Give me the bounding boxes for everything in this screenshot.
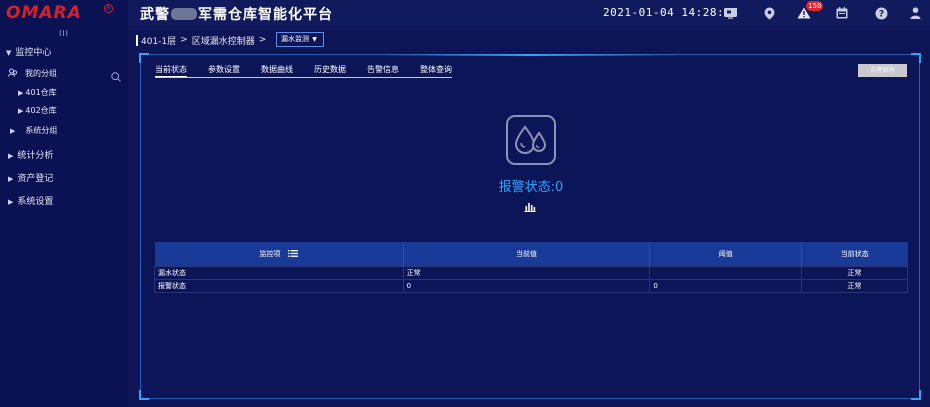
tab-parameter-settings[interactable]: 参数设置 — [208, 64, 240, 77]
alarm-status-label: 报警状态:0 — [498, 180, 564, 195]
column-header-current-status: 当前状态 — [801, 242, 908, 266]
cell-monitor-item: 报警状态 — [154, 278, 404, 293]
logo-area: OMARA R — [0, 0, 128, 26]
sidebar-item-label: 我的分组 — [25, 69, 57, 78]
monitor-icon[interactable] — [722, 5, 738, 21]
registered-mark: R — [104, 4, 113, 13]
sidebar-item-my-group[interactable]: 我的分组 — [8, 68, 57, 79]
svg-text:?: ? — [878, 9, 883, 19]
sidebar-collapse-handle[interactable]: III — [0, 29, 128, 41]
sidebar-item-system-group[interactable]: ▶ 系统分组 — [10, 125, 57, 136]
tab-data-curve[interactable]: 数据曲线 — [261, 64, 293, 77]
redacted-blur — [171, 8, 197, 20]
tab-overall-query[interactable]: 整体查询 — [420, 64, 452, 77]
tab-bar: 当前状态 参数设置 数据曲线 历史数据 告警信息 整体查询 — [155, 64, 452, 78]
table-row: 报警状态 0 0 正常 — [154, 278, 908, 293]
sidebar-item-label: 402仓库 — [25, 106, 57, 115]
sidebar-item-label: 401仓库 — [25, 88, 57, 97]
group-icon — [8, 68, 18, 79]
breadcrumb-controller[interactable]: 区域漏水控制器 — [192, 34, 255, 47]
column-header-label: 监控项 — [259, 249, 281, 258]
alarm-release-button[interactable]: 告警解除 — [858, 64, 907, 77]
sidebar-item-assets[interactable]: ▶ 资产登记 — [8, 171, 53, 184]
cell-current-status: 正常 — [801, 278, 908, 293]
brand-logo: OMARA — [6, 3, 82, 23]
current-datetime: 2021-01-04 14:28:57 — [603, 6, 739, 19]
device-type-selected: 漏水监测 — [281, 35, 309, 43]
chevron-down-icon: ▼ — [312, 36, 317, 43]
sidebar: III ▼ 监控中心 我的分组 ▶ 401仓库 ▶ 402仓库 ▶ 系统分组 ▶ 统计分析… — [0, 26, 128, 407]
breadcrumb-separator: > — [258, 35, 267, 45]
caret-right-icon: ▶ — [8, 152, 14, 160]
column-header-monitor-item: 监控项 — [154, 242, 404, 266]
caret-right-icon: ▶ — [8, 198, 14, 206]
cell-current-value: 正常 — [402, 265, 651, 280]
caret-right-icon: ▶ — [18, 89, 24, 97]
tab-history-data[interactable]: 历史数据 — [314, 64, 346, 77]
cell-threshold — [649, 265, 803, 280]
table-header-row: 监控项 当前值 阈值 当前状态 — [154, 242, 908, 266]
caret-right-icon: ▶ — [18, 107, 24, 115]
panel-top-glow — [381, 54, 681, 56]
table-row: 漏水状态 正常 正常 — [154, 265, 908, 280]
user-icon[interactable] — [907, 5, 923, 21]
device-type-select[interactable]: 漏水监测 ▼ — [276, 32, 324, 47]
sidebar-item-label: 系统分组 — [25, 126, 58, 135]
panel-corner — [139, 390, 149, 400]
main-panel: 当前状态 参数设置 数据曲线 历史数据 告警信息 整体查询 告警解除 报警状态:… — [139, 53, 921, 400]
title-prefix: 武警 — [140, 7, 170, 23]
sidebar-item-stats[interactable]: ▶ 统计分析 — [8, 148, 53, 161]
tab-current-status[interactable]: 当前状态 — [155, 64, 187, 77]
sidebar-item-settings[interactable]: ▶ 系统设置 — [8, 194, 53, 207]
column-header-threshold: 阈值 — [649, 242, 803, 266]
caret-down-icon: ▼ — [6, 49, 12, 57]
list-icon[interactable] — [287, 249, 298, 259]
sidebar-item-warehouse-402[interactable]: ▶ 402仓库 — [18, 105, 57, 116]
cell-current-status: 正常 — [801, 265, 908, 280]
cell-monitor-item: 漏水状态 — [154, 265, 404, 280]
tab-alarm-info[interactable]: 告警信息 — [367, 64, 399, 77]
title-suffix: 军需仓库智能化平台 — [198, 7, 333, 23]
cell-current-value: 0 — [402, 278, 651, 293]
platform-title: 武警 军需仓库智能化平台 — [140, 4, 333, 24]
sidebar-item-warehouse-401[interactable]: ▶ 401仓库 — [18, 87, 57, 98]
breadcrumb-marker — [136, 34, 138, 46]
alarm-count-badge: 158 — [806, 1, 824, 11]
caret-right-icon: ▶ — [10, 127, 16, 135]
column-header-current-value: 当前值 — [403, 242, 651, 266]
search-icon[interactable] — [111, 67, 121, 86]
caret-right-icon: ▶ — [8, 175, 14, 183]
monitor-table: 监控项 当前值 阈值 当前状态 漏水状态 正常 正常 报警状态 0 0 正常 — [154, 242, 908, 293]
breadcrumb-floor[interactable]: 401-1层 — [141, 34, 176, 47]
panel-corner — [911, 53, 921, 63]
location-pin-icon[interactable] — [761, 5, 777, 21]
sidebar-item-monitor-center[interactable]: ▼ 监控中心 — [6, 45, 51, 58]
panel-corner — [139, 53, 149, 63]
help-icon[interactable]: ? — [873, 5, 889, 21]
sidebar-item-label: 监控中心 — [15, 48, 52, 58]
top-header: OMARA R 武警 军需仓库智能化平台 2021-01-04 14:28:57 … — [0, 0, 930, 26]
bar-chart-icon[interactable] — [524, 197, 536, 216]
cell-threshold: 0 — [649, 278, 803, 293]
sidebar-item-label: 资产登记 — [17, 174, 54, 184]
panel-corner — [911, 390, 921, 400]
calendar-icon[interactable] — [834, 5, 850, 21]
sidebar-item-label: 统计分析 — [17, 151, 54, 161]
sidebar-item-label: 系统设置 — [17, 197, 54, 207]
water-leak-icon — [506, 115, 556, 165]
breadcrumb: 401-1层 > 区域漏水控制器 > — [136, 33, 270, 47]
breadcrumb-separator: > — [180, 35, 188, 45]
